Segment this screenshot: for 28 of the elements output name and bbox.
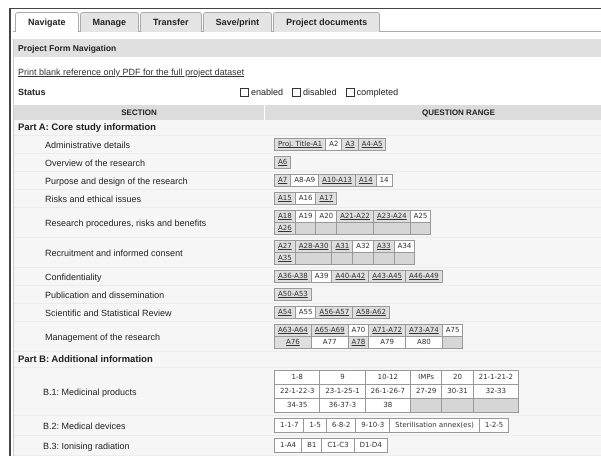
part-heading: Part B: Additional information <box>14 352 265 368</box>
section-label: B.3: Ionising radiation <box>43 440 130 450</box>
legend-label: disabled <box>303 87 337 97</box>
legend-label: completed <box>356 87 398 97</box>
section-label: Risks and ethical issues <box>45 194 142 204</box>
tab[interactable]: Project documents <box>273 12 380 32</box>
section-label: Administrative details <box>45 140 130 150</box>
section-label: Recruitment and informed consent <box>45 248 183 258</box>
section-label: Research procedures, risks and benefits <box>45 218 206 228</box>
column-header: SECTION <box>14 105 265 120</box>
tab[interactable]: Save/print <box>202 12 272 32</box>
status-label: Status <box>18 87 47 97</box>
section-label: Overview of the research <box>45 158 146 168</box>
print-pdf-link[interactable]: Print blank reference only PDF for the full project dataset <box>14 57 248 81</box>
part-heading: Part A: Core study information <box>14 120 265 136</box>
section-label: Scientific and Statistical Review <box>45 308 172 318</box>
legend-label: enabled <box>251 87 284 97</box>
tab[interactable]: Manage <box>80 12 140 32</box>
section-label: Management of the research <box>45 332 160 342</box>
panel-title: Project Form Navigation <box>14 39 601 57</box>
tab[interactable]: Transfer <box>140 12 202 32</box>
section-label: Confidentiality <box>45 272 102 282</box>
tab[interactable]: Navigate <box>15 12 79 32</box>
section-label: B.1: Medicinal products <box>43 386 137 396</box>
section-label: B.2: Medical devices <box>43 420 126 430</box>
section-label: Publication and dissemination <box>45 290 164 300</box>
column-header: QUESTION RANGE <box>265 105 601 120</box>
section-label: Purpose and design of the research <box>45 176 188 186</box>
